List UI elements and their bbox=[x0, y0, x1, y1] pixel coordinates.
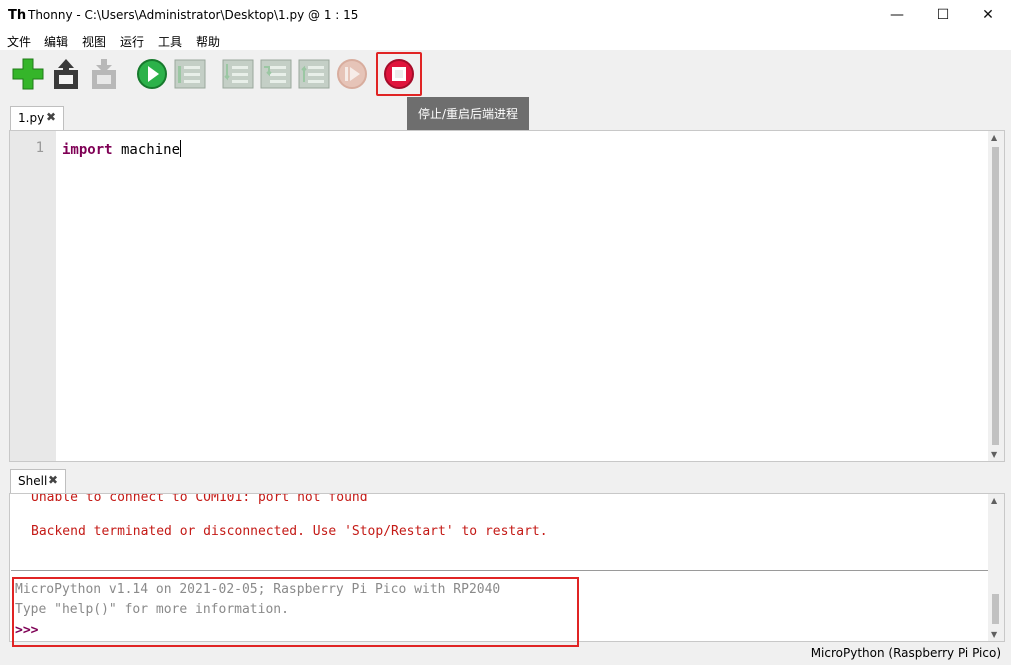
new-file-button[interactable] bbox=[12, 58, 44, 90]
step-out-button[interactable] bbox=[298, 58, 330, 90]
resume-button[interactable] bbox=[336, 58, 368, 90]
shell-scroll-thumb[interactable] bbox=[992, 594, 999, 624]
tab-shell[interactable]: Shell ✖ bbox=[10, 469, 66, 493]
debug-icon bbox=[174, 59, 206, 89]
code-text: machine bbox=[112, 142, 181, 158]
scroll-down-icon[interactable]: ▼ bbox=[991, 450, 997, 459]
shell-info-highlight bbox=[12, 577, 579, 647]
step-over-button[interactable] bbox=[222, 58, 254, 90]
stop-tooltip: 停止/重启后端进程 bbox=[407, 97, 529, 131]
run-icon bbox=[137, 59, 167, 89]
shell-scrollbar[interactable]: ▲ ▼ bbox=[988, 494, 1004, 641]
minimize-button[interactable]: — bbox=[874, 0, 920, 31]
save-file-icon bbox=[92, 59, 116, 89]
shell-separator bbox=[11, 570, 989, 571]
step-into-icon bbox=[260, 59, 292, 89]
menu-view[interactable]: 视图 bbox=[82, 33, 106, 50]
title-bar: Th Thonny - C:\Users\Administrator\Deskt… bbox=[0, 0, 1011, 31]
step-into-button[interactable] bbox=[260, 58, 292, 90]
close-tab-icon[interactable]: ✖ bbox=[46, 110, 56, 124]
code-line[interactable]: import machine bbox=[62, 140, 182, 158]
save-file-button[interactable] bbox=[88, 58, 120, 90]
menu-help[interactable]: 帮助 bbox=[196, 33, 220, 50]
maximize-button[interactable]: ☐ bbox=[920, 0, 966, 31]
open-file-button[interactable] bbox=[50, 58, 82, 90]
step-over-icon bbox=[222, 59, 254, 89]
menu-edit[interactable]: 编辑 bbox=[44, 33, 68, 50]
menu-file[interactable]: 文件 bbox=[7, 33, 31, 50]
menu-run[interactable]: 运行 bbox=[120, 33, 144, 50]
close-tab-icon[interactable]: ✖ bbox=[48, 473, 58, 487]
thonny-logo-icon: Th bbox=[8, 8, 27, 23]
editor-scroll-thumb[interactable] bbox=[992, 147, 999, 445]
tab-label: 1.py bbox=[18, 111, 45, 125]
menu-tools[interactable]: 工具 bbox=[158, 33, 182, 50]
run-button[interactable] bbox=[136, 58, 168, 90]
resume-icon bbox=[337, 59, 367, 89]
scroll-down-icon[interactable]: ▼ bbox=[991, 630, 997, 639]
shell-error-line: Backend terminated or disconnected. Use … bbox=[31, 524, 548, 539]
tab-1py[interactable]: 1.py ✖ bbox=[10, 106, 64, 130]
window-title: Thonny - C:\Users\Administrator\Desktop\… bbox=[28, 8, 359, 22]
open-file-icon bbox=[54, 59, 78, 89]
interpreter-status[interactable]: MicroPython (Raspberry Pi Pico) bbox=[811, 646, 1001, 660]
stop-button-highlight bbox=[376, 52, 422, 96]
text-caret bbox=[180, 140, 182, 157]
step-out-icon bbox=[298, 59, 330, 89]
tab-label: Shell bbox=[18, 474, 48, 488]
scroll-up-icon[interactable]: ▲ bbox=[991, 496, 997, 505]
scroll-up-icon[interactable]: ▲ bbox=[991, 133, 997, 142]
code-editor[interactable]: 1 import machine ▲ ▼ bbox=[9, 130, 1005, 462]
close-button[interactable]: ✕ bbox=[965, 0, 1011, 31]
editor-scrollbar[interactable]: ▲ ▼ bbox=[988, 131, 1004, 461]
new-file-icon bbox=[12, 58, 44, 90]
code-keyword: import bbox=[62, 142, 113, 158]
line-number-gutter: 1 bbox=[10, 131, 56, 461]
menu-bar: 文件 编辑 视图 运行 工具 帮助 bbox=[0, 31, 1011, 50]
toolbar bbox=[0, 50, 1011, 102]
line-number: 1 bbox=[35, 140, 44, 156]
shell-error-line: Unable to connect to COM101: port not fo… bbox=[31, 493, 368, 505]
debug-button[interactable] bbox=[174, 58, 206, 90]
